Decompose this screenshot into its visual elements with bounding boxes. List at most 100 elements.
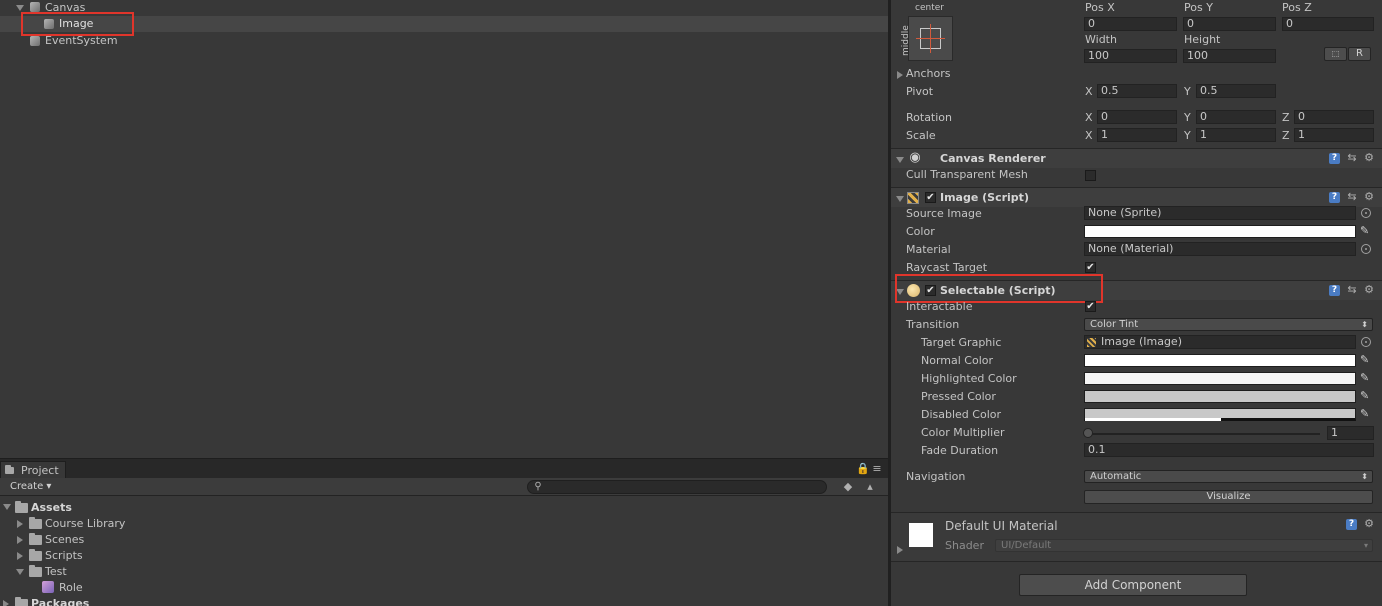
expand-arrow-icon[interactable] bbox=[3, 600, 9, 606]
expand-arrow-icon[interactable] bbox=[897, 546, 903, 554]
dropdown-arrow-icon: ⬍ bbox=[1361, 472, 1368, 481]
raycast-checkbox[interactable]: ✔ bbox=[1085, 262, 1096, 273]
filter-type-icon[interactable]: ◆ bbox=[842, 481, 854, 493]
tree-item-role[interactable]: Role bbox=[59, 581, 83, 595]
tab-project[interactable]: Project bbox=[0, 461, 66, 479]
tree-item-course-library[interactable]: Course Library bbox=[45, 517, 125, 531]
axis-z-label: Z bbox=[1282, 129, 1290, 142]
rotation-y-field[interactable]: 0 bbox=[1196, 110, 1276, 124]
pressed-color-label: Pressed Color bbox=[921, 390, 996, 403]
shader-dropdown[interactable]: UI/Default ▾ bbox=[995, 539, 1373, 552]
tag-icon[interactable]: ▴ bbox=[864, 481, 876, 493]
folder-icon bbox=[29, 549, 42, 561]
expand-arrow-icon[interactable] bbox=[17, 520, 23, 528]
anchor-preset-button[interactable] bbox=[908, 16, 953, 61]
multiplier-field[interactable]: 1 bbox=[1327, 426, 1374, 440]
expand-arrow-icon[interactable] bbox=[16, 569, 24, 575]
preset-icon[interactable]: ⇆ bbox=[1346, 284, 1358, 296]
scale-z-field[interactable]: 1 bbox=[1294, 128, 1374, 142]
panel-menu-icon[interactable]: ≡ bbox=[871, 463, 883, 475]
tree-item-assets[interactable]: Assets bbox=[31, 501, 72, 515]
multiplier-slider-handle[interactable] bbox=[1083, 428, 1093, 438]
cull-label: Cull Transparent Mesh bbox=[906, 168, 1028, 181]
tree-item-scripts[interactable]: Scripts bbox=[45, 549, 83, 563]
transition-dropdown[interactable]: Color Tint ⬍ bbox=[1084, 318, 1373, 331]
scale-y-field[interactable]: 1 bbox=[1196, 128, 1276, 142]
anchors-label[interactable]: Anchors bbox=[906, 67, 951, 81]
highlight-box-selectable bbox=[895, 274, 1103, 303]
material-label: Material bbox=[906, 243, 951, 256]
expand-arrow-icon[interactable] bbox=[16, 5, 24, 11]
object-picker-icon[interactable] bbox=[1361, 208, 1371, 218]
image-enabled-checkbox[interactable]: ✔ bbox=[925, 192, 936, 203]
eyedropper-icon[interactable]: ✎ bbox=[1360, 354, 1372, 366]
collapse-arrow-icon[interactable] bbox=[896, 157, 904, 163]
image-script-header[interactable]: ✔ Image (Script) ? ⇆ ⚙ bbox=[891, 187, 1382, 207]
color-swatch[interactable] bbox=[1084, 225, 1356, 238]
expand-arrow-icon[interactable] bbox=[897, 71, 903, 79]
help-icon[interactable]: ? bbox=[1329, 192, 1340, 203]
height-field[interactable]: 100 bbox=[1183, 49, 1276, 63]
source-image-field[interactable]: None (Sprite) bbox=[1084, 206, 1356, 220]
scale-x-field[interactable]: 1 bbox=[1097, 128, 1177, 142]
tree-item-test[interactable]: Test bbox=[45, 565, 67, 579]
pivot-y-field[interactable]: 0.5 bbox=[1196, 84, 1276, 98]
gear-icon[interactable]: ⚙ bbox=[1363, 518, 1375, 530]
multiplier-slider-track[interactable] bbox=[1088, 433, 1320, 435]
search-input[interactable]: ⚲ bbox=[527, 480, 827, 494]
rotation-z-field[interactable]: 0 bbox=[1294, 110, 1374, 124]
canvas-renderer-header[interactable]: ◉ Canvas Renderer ? ⇆ ⚙ bbox=[891, 148, 1382, 168]
raw-edit-button[interactable]: R bbox=[1348, 47, 1371, 61]
navigation-dropdown[interactable]: Automatic ⬍ bbox=[1084, 470, 1373, 483]
material-field[interactable]: None (Material) bbox=[1084, 242, 1356, 256]
visualize-button[interactable]: Visualize bbox=[1084, 490, 1373, 504]
add-component-button[interactable]: Add Component bbox=[1019, 574, 1247, 596]
project-toolbar: Create ▾ ⚲ ◆ ▴ bbox=[0, 478, 888, 496]
disabled-color-swatch[interactable] bbox=[1084, 408, 1356, 421]
preset-icon[interactable]: ⇆ bbox=[1346, 191, 1358, 203]
interactable-label: Interactable bbox=[906, 300, 973, 313]
tree-item-packages[interactable]: Packages bbox=[31, 597, 89, 606]
collapse-arrow-icon[interactable] bbox=[896, 196, 904, 202]
create-dropdown[interactable]: Create ▾ bbox=[4, 480, 56, 494]
blueprint-mode-button[interactable]: ⬚ bbox=[1324, 47, 1347, 61]
help-icon[interactable]: ? bbox=[1329, 153, 1340, 164]
object-picker-icon[interactable] bbox=[1361, 337, 1371, 347]
help-icon[interactable]: ? bbox=[1346, 519, 1357, 530]
posz-field[interactable]: 0 bbox=[1282, 17, 1374, 31]
gear-icon[interactable]: ⚙ bbox=[1363, 152, 1375, 164]
pressed-color-swatch[interactable] bbox=[1084, 390, 1356, 403]
expand-arrow-icon[interactable] bbox=[17, 552, 23, 560]
highlighted-color-swatch[interactable] bbox=[1084, 372, 1356, 385]
object-picker-icon[interactable] bbox=[1361, 244, 1371, 254]
tree-item-scenes[interactable]: Scenes bbox=[45, 533, 84, 547]
preset-icon[interactable]: ⇆ bbox=[1346, 152, 1358, 164]
posy-field[interactable]: 0 bbox=[1183, 17, 1276, 31]
gear-icon[interactable]: ⚙ bbox=[1363, 284, 1375, 296]
help-icon[interactable]: ? bbox=[1329, 285, 1340, 296]
expand-arrow-icon[interactable] bbox=[17, 536, 23, 544]
interactable-checkbox[interactable]: ✔ bbox=[1085, 301, 1096, 312]
disabled-color-label: Disabled Color bbox=[921, 408, 1002, 421]
posx-field[interactable]: 0 bbox=[1084, 17, 1177, 31]
pivot-x-field[interactable]: 0.5 bbox=[1097, 84, 1177, 98]
rotation-x-field[interactable]: 0 bbox=[1097, 110, 1177, 124]
normal-color-swatch[interactable] bbox=[1084, 354, 1356, 367]
folder-icon bbox=[29, 517, 42, 529]
posz-label: Pos Z bbox=[1282, 1, 1312, 14]
lock-icon[interactable]: 🔒 bbox=[856, 463, 870, 475]
width-field[interactable]: 100 bbox=[1084, 49, 1177, 63]
project-panel: Project 🔒 ≡ Create ▾ ⚲ ◆ ▴ Assets Course… bbox=[0, 458, 888, 606]
material-preview-section: Default UI Material Shader UI/Default ▾ … bbox=[891, 512, 1382, 562]
transition-label: Transition bbox=[906, 318, 960, 331]
eyedropper-icon[interactable]: ✎ bbox=[1360, 408, 1372, 420]
eyedropper-icon[interactable]: ✎ bbox=[1360, 372, 1372, 384]
cull-checkbox[interactable] bbox=[1085, 170, 1096, 181]
eyedropper-icon[interactable]: ✎ bbox=[1360, 225, 1372, 237]
eyedropper-icon[interactable]: ✎ bbox=[1360, 390, 1372, 402]
fade-duration-field[interactable]: 0.1 bbox=[1084, 443, 1374, 457]
target-graphic-field[interactable]: Image (Image) bbox=[1084, 335, 1356, 349]
expand-arrow-icon[interactable] bbox=[3, 504, 11, 510]
gear-icon[interactable]: ⚙ bbox=[1363, 191, 1375, 203]
image-component-icon bbox=[907, 192, 919, 204]
